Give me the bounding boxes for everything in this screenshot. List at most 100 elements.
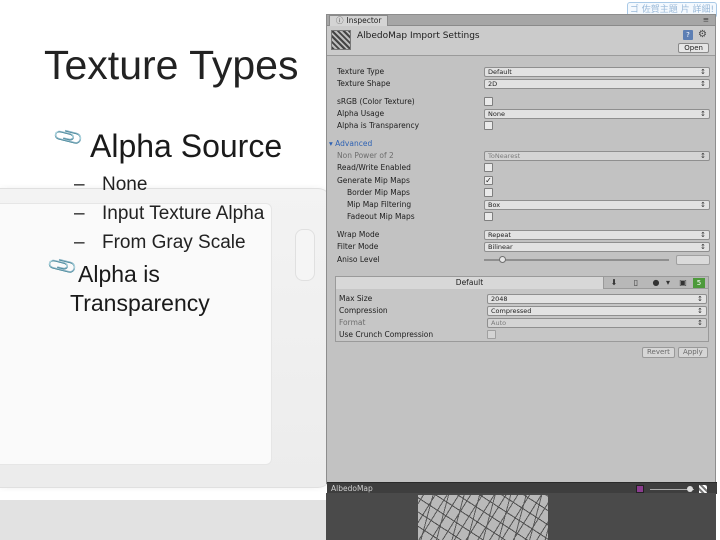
html5-icon[interactable]: 5 [693, 278, 705, 288]
prop-label: Compression [339, 306, 388, 315]
prop-label: Max Size [339, 294, 373, 303]
alpha-toggle-icon[interactable] [699, 485, 707, 493]
import-settings-header: AlbedoMap Import Settings ? ⚙ Open [327, 26, 715, 56]
tab-menu-icon[interactable]: ≡ [703, 15, 709, 25]
advanced-foldout[interactable]: ▾ Advanced [329, 138, 372, 149]
aniso-level-slider[interactable] [484, 259, 669, 261]
tab-default[interactable]: Default [336, 277, 604, 289]
download-icon[interactable]: ⬇ [608, 277, 620, 289]
crunch-compression-row: Use Crunch Compression [339, 329, 707, 340]
apple-icon[interactable]: ● [650, 277, 662, 289]
revert-button[interactable]: Revert [642, 347, 675, 358]
prop-label: Filter Mode [337, 242, 379, 251]
sub-bullet-list: – None – Input Texture Alpha – From Gray Sc… [74, 173, 264, 260]
tablet-button [295, 229, 315, 281]
bullet-line: Alpha is [78, 261, 160, 287]
foldout-label: Advanced [335, 139, 373, 148]
import-settings-title: AlbedoMap Import Settings [357, 31, 480, 41]
read-write-checkbox[interactable] [484, 163, 493, 172]
prop-label: Generate Mip Maps [337, 176, 410, 185]
slide-title: Texture Types [44, 42, 299, 88]
mobile-icon[interactable]: ▯ [630, 277, 642, 289]
prop-label: Non Power of 2 [337, 151, 394, 160]
fadeout-mip-maps-row: Fadeout Mip Maps [337, 211, 709, 222]
generate-mip-maps-checkbox[interactable]: ✓ [484, 176, 493, 185]
inspector-tab-bar: ⓘ Inspector ≡ [327, 15, 715, 26]
filter-mode-row: Filter Mode Bilinear [337, 241, 710, 252]
wrap-mode-row: Wrap Mode Repeat [337, 229, 710, 240]
wrap-mode-dropdown[interactable]: Repeat [484, 230, 710, 240]
prop-label: Aniso Level [337, 255, 380, 264]
texture-shape-dropdown[interactable]: 2D [484, 79, 710, 89]
chevron-down-icon[interactable]: ▾ [662, 277, 674, 289]
non-power-of-2-row: Non Power of 2 ToNearest [337, 150, 710, 161]
mip-level-slider-thumb[interactable] [687, 486, 693, 492]
tab-label: Inspector [346, 16, 382, 25]
sub-bullet-text: Input Texture Alpha [102, 203, 265, 224]
prop-label: Read/Write Enabled [337, 163, 411, 172]
filter-mode-dropdown[interactable]: Bilinear [484, 242, 710, 252]
generate-mip-maps-row: Generate Mip Maps ✓ [337, 175, 709, 186]
aniso-level-row: Aniso Level [337, 254, 710, 265]
apply-button[interactable]: Apply [678, 347, 708, 358]
platform-settings: Default ⬇ ▯ ● ▾ ▣ 5 Max Size 2048 Compre… [335, 276, 709, 342]
max-size-dropdown[interactable]: 2048 [487, 294, 707, 304]
crunch-compression-checkbox[interactable] [487, 330, 496, 339]
prop-label: Texture Shape [337, 79, 391, 88]
sub-bullet-text: From Gray Scale [102, 232, 246, 253]
slide-bottom-bar [0, 500, 332, 540]
monitor-icon[interactable]: ▣ [677, 277, 689, 289]
alpha-transparency-row: Alpha is Transparency [337, 120, 709, 131]
max-size-row: Max Size 2048 [339, 293, 707, 304]
prop-label: Texture Type [337, 67, 385, 76]
prop-label: Fadeout Mip Maps [347, 212, 415, 221]
mip-map-filtering-dropdown[interactable]: Box [484, 200, 710, 210]
srgb-row: sRGB (Color Texture) [337, 96, 709, 107]
prop-label: Border Mip Maps [347, 188, 410, 197]
sub-bullet-item: – None [74, 173, 264, 202]
prop-label: Use Crunch Compression [339, 330, 434, 339]
inspector-window: ⓘ Inspector ≡ AlbedoMap Import Settings ?… [326, 14, 717, 494]
prop-label: Wrap Mode [337, 230, 380, 239]
inspector-icon: ⓘ [336, 16, 344, 25]
texture-preview-image [418, 495, 548, 540]
texture-type-dropdown[interactable]: Default [484, 67, 710, 77]
bullet-line: Transparency [70, 290, 210, 316]
bullet-alpha-source: Alpha Source [90, 128, 283, 164]
non-power-of-2-dropdown: ToNearest [484, 151, 710, 161]
dash-marker: – [74, 203, 85, 224]
sub-bullet-item: – Input Texture Alpha [74, 202, 264, 231]
alpha-transparency-checkbox[interactable] [484, 121, 493, 130]
border-mip-maps-row: Border Mip Maps [337, 187, 709, 198]
prop-label: sRGB (Color Texture) [337, 97, 415, 106]
srgb-checkbox[interactable] [484, 97, 493, 106]
open-button[interactable]: Open [678, 43, 709, 53]
alpha-usage-row: Alpha Usage None [337, 108, 710, 119]
aniso-level-slider-thumb[interactable] [499, 256, 506, 263]
dash-marker: – [74, 174, 85, 195]
prop-label: Alpha Usage [337, 109, 385, 118]
format-row: Format Auto [339, 317, 707, 328]
prop-label: Mip Map Filtering [347, 200, 412, 209]
texture-type-row: Texture Type Default [337, 66, 710, 77]
prop-label: Format [339, 318, 366, 327]
sub-bullet-item: – From Gray Scale [74, 231, 264, 260]
read-write-row: Read/Write Enabled [337, 162, 709, 173]
border-mip-maps-checkbox[interactable] [484, 188, 493, 197]
sub-bullet-text: None [102, 174, 148, 195]
format-dropdown: Auto [487, 318, 707, 328]
prop-label: Alpha is Transparency [337, 121, 420, 130]
compression-row: Compression Compressed [339, 305, 707, 316]
compression-dropdown[interactable]: Compressed [487, 306, 707, 316]
help-icon[interactable]: ? [683, 30, 693, 40]
rgb-toggle-icon[interactable] [636, 485, 644, 493]
gear-icon[interactable]: ⚙ [698, 29, 707, 40]
texture-thumbnail [331, 30, 351, 50]
tab-inspector[interactable]: ⓘ Inspector [329, 15, 389, 26]
texture-shape-row: Texture Shape 2D [337, 78, 710, 89]
fadeout-mip-maps-checkbox[interactable] [484, 212, 493, 221]
alpha-usage-dropdown[interactable]: None [484, 109, 710, 119]
bullet-alpha-is-transparency: Alpha is Transparency [70, 260, 210, 318]
aniso-level-field[interactable] [676, 255, 710, 265]
dash-marker: – [74, 232, 85, 253]
